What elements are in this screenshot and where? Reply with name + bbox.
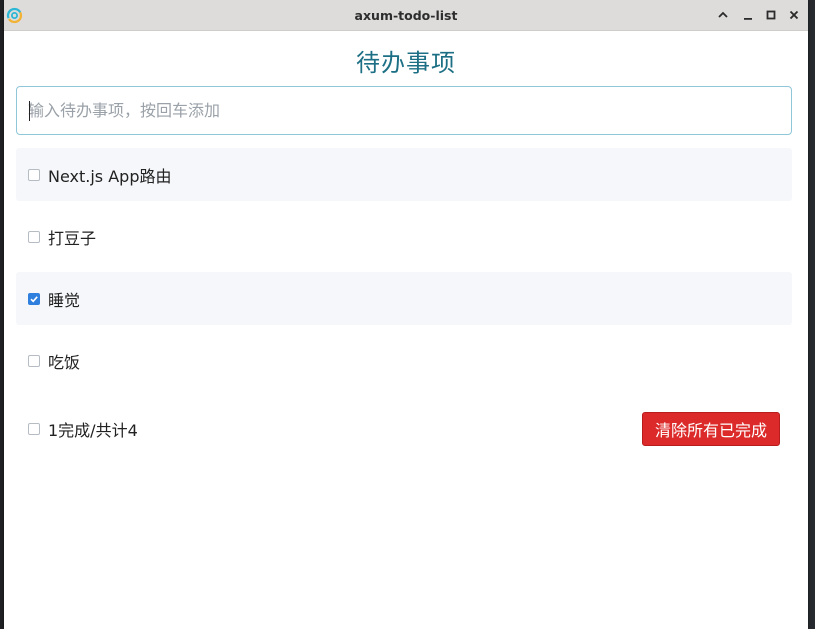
chevron-up-icon[interactable] <box>716 8 730 22</box>
minimize-icon[interactable] <box>741 8 755 22</box>
title-bar[interactable]: axum-todo-list <box>4 0 808 31</box>
todo-footer: 1完成/共计4 清除所有已完成 <box>16 403 792 455</box>
select-all-checkbox[interactable] <box>28 423 40 435</box>
todo-item[interactable]: 打豆子 <box>16 210 792 263</box>
todo-checkbox[interactable] <box>28 354 40 367</box>
new-todo-input[interactable] <box>16 86 792 135</box>
todo-checkbox[interactable] <box>28 230 40 243</box>
todo-item[interactable]: 睡觉 <box>16 272 792 325</box>
completion-summary: 1完成/共计4 <box>48 421 138 440</box>
todo-text: 打豆子 <box>48 228 97 248</box>
text-caret <box>29 101 30 121</box>
clear-completed-button[interactable]: 清除所有已完成 <box>642 412 780 446</box>
todo-text: 吃饭 <box>48 352 81 372</box>
app-window: axum-todo-list 待办事项 Next.js App路由 打豆子 <box>4 0 808 629</box>
todo-text: Next.js App路由 <box>48 166 172 186</box>
maximize-icon[interactable] <box>764 8 778 22</box>
app-content: 待办事项 Next.js App路由 打豆子 睡觉 吃饭 <box>4 31 808 629</box>
todo-item[interactable]: Next.js App路由 <box>16 148 792 201</box>
page-title: 待办事项 <box>356 49 456 77</box>
checkmark-icon <box>30 295 38 302</box>
todo-text: 睡觉 <box>48 290 81 310</box>
todo-checkbox[interactable] <box>28 292 40 305</box>
close-icon[interactable] <box>787 8 801 22</box>
todo-item[interactable]: 吃饭 <box>16 334 792 387</box>
todo-checkbox[interactable] <box>28 168 40 181</box>
window-title: axum-todo-list <box>354 8 458 23</box>
desktop-background <box>808 0 815 629</box>
